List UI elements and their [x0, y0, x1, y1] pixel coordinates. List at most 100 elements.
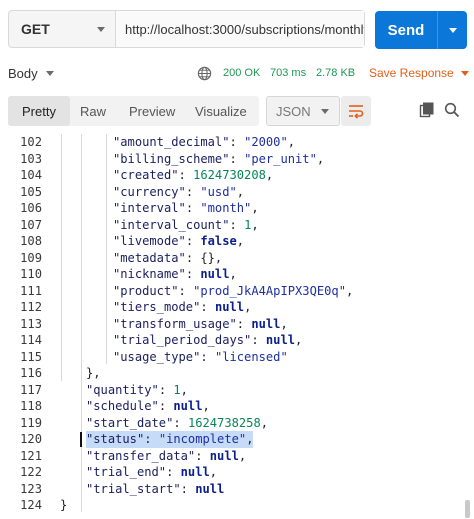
code-token: :	[178, 283, 194, 298]
code-token: null	[214, 300, 245, 314]
line-number: 106	[20, 201, 42, 215]
body-dropdown[interactable]: Body	[8, 66, 54, 81]
search-icon[interactable]	[444, 102, 460, 118]
code-text: "schedule": null,	[86, 398, 210, 415]
save-response-button[interactable]: Save Response	[369, 66, 469, 80]
code-line: 116},	[0, 365, 474, 382]
tab-raw[interactable]: Raw	[70, 96, 129, 126]
code-token: "transform_usage"	[113, 316, 237, 331]
code-token: ,	[229, 267, 237, 281]
code-line: 120 "status": "incomplete",	[0, 431, 474, 448]
code-token: "incomplete"	[158, 432, 247, 446]
code-token: ,	[287, 135, 296, 149]
code-token: "created"	[113, 168, 179, 182]
code-token: "trial_end"	[86, 465, 167, 479]
code-text: }	[60, 497, 67, 514]
code-token: null	[209, 448, 239, 463]
line-number: 112	[20, 300, 42, 314]
chevron-down-icon	[45, 71, 54, 76]
code-token: 1	[173, 382, 181, 397]
code-token: ,	[316, 151, 325, 166]
code-line: 122 "trial_end": null,	[0, 464, 474, 481]
view-toolbar: Pretty Raw Preview Visualize JSON	[8, 96, 466, 128]
code-line: 113 "transform_usage": null,	[0, 316, 474, 333]
code-line: 123 "trial_start": null	[0, 481, 474, 498]
code-text: "quantity": 1,	[86, 382, 188, 399]
response-body-viewer[interactable]: 102 "amount_decimal": "2000", 103 "billing_…	[0, 134, 474, 519]
code-token: "nickname"	[113, 267, 186, 281]
code-line: 102 "amount_decimal": "2000",	[0, 134, 474, 151]
code-line: 110 "nickname": null,	[0, 266, 474, 283]
copy-icon[interactable]	[419, 102, 435, 118]
code-text: "trial_period_days": null,	[113, 332, 302, 349]
code-token: },	[86, 366, 101, 380]
code-text: "usage_type": "licensed"	[113, 349, 288, 366]
code-text: "transform_usage": null,	[113, 316, 288, 333]
status-code[interactable]: 200 OK	[223, 67, 260, 79]
code-token: "month"	[200, 201, 252, 215]
code-line: 115 "usage_type": "licensed"	[0, 349, 474, 366]
code-token: :	[200, 300, 215, 314]
code-line: 107 "interval_count": 1,	[0, 217, 474, 234]
code-token: ,	[209, 465, 218, 479]
code-line: 119 "start_date": 1624738258,	[0, 415, 474, 432]
code-text: "livemode": false,	[113, 233, 244, 250]
code-token: "billing_scheme"	[113, 151, 230, 166]
code-token: "start_date"	[86, 415, 174, 430]
code-token: "metadata"	[113, 250, 186, 265]
code-line: 117 "quantity": 1,	[0, 382, 474, 399]
code-token: :	[236, 316, 252, 331]
line-number: 124	[20, 498, 42, 512]
code-line: 114 "trial_period_days": null,	[0, 332, 474, 349]
url-input[interactable]: http://localhost:3000/subscriptions/mont…	[116, 11, 364, 47]
code-line: 106 "interval": "month",	[0, 200, 474, 217]
chevron-down-icon	[460, 70, 469, 76]
code-text: },	[86, 365, 101, 382]
code-token: :	[185, 201, 201, 215]
scrollbar[interactable]	[465, 500, 470, 518]
line-number: 104	[20, 168, 42, 182]
save-response-label: Save Response	[369, 66, 454, 80]
code-token: ,	[265, 168, 274, 182]
code-token: "currency"	[113, 184, 186, 199]
line-number: 118	[20, 399, 42, 413]
code-text: "interval_count": 1,	[113, 217, 259, 234]
response-time[interactable]: 703 ms	[270, 67, 306, 79]
code-token: :	[158, 399, 174, 413]
tab-pretty[interactable]: Pretty	[8, 96, 70, 126]
code-token: false	[200, 234, 237, 248]
code-token: ,	[236, 184, 245, 199]
tab-visualize[interactable]: Visualize	[195, 96, 259, 126]
response-size[interactable]: 2.78 KB	[316, 67, 355, 79]
format-select[interactable]: JSON	[266, 96, 340, 126]
code-token: :	[173, 415, 188, 430]
line-number: 121	[20, 448, 42, 463]
code-text: "currency": "usd",	[113, 184, 244, 201]
send-options-button[interactable]	[438, 27, 467, 33]
line-number: 120	[20, 432, 42, 446]
code-token: ,	[346, 283, 354, 298]
line-number: 111	[20, 283, 42, 298]
code-token: ,	[260, 415, 269, 430]
code-token: ,	[295, 333, 303, 347]
code-token: "livemode"	[113, 234, 186, 248]
chevron-down-icon	[448, 27, 457, 33]
code-line: 103 "billing_scheme": "per_unit",	[0, 151, 474, 168]
wrap-lines-button[interactable]	[341, 96, 371, 126]
chevron-down-icon	[97, 26, 105, 32]
code-token: null	[251, 316, 281, 331]
code-token: "usd"	[200, 184, 237, 199]
code-token: ,	[251, 217, 259, 232]
code-line: 111 "product": "prod_JkA4ApIPX3QE0q",	[0, 283, 474, 300]
line-number: 116	[20, 366, 42, 380]
code-token: :	[251, 333, 266, 347]
code-text: "product": "prod_JkA4ApIPX3QE0q",	[113, 283, 353, 300]
request-bar: GET http://localhost:3000/subscriptions/…	[8, 10, 365, 48]
code-token: ,	[280, 316, 288, 331]
code-token: "per_unit"	[244, 151, 317, 166]
code-token: ,	[202, 399, 210, 413]
send-button[interactable]: Send	[375, 11, 467, 49]
globe-icon[interactable]	[197, 66, 212, 81]
tab-preview[interactable]: Preview	[129, 96, 195, 126]
method-select[interactable]: GET	[9, 11, 116, 47]
